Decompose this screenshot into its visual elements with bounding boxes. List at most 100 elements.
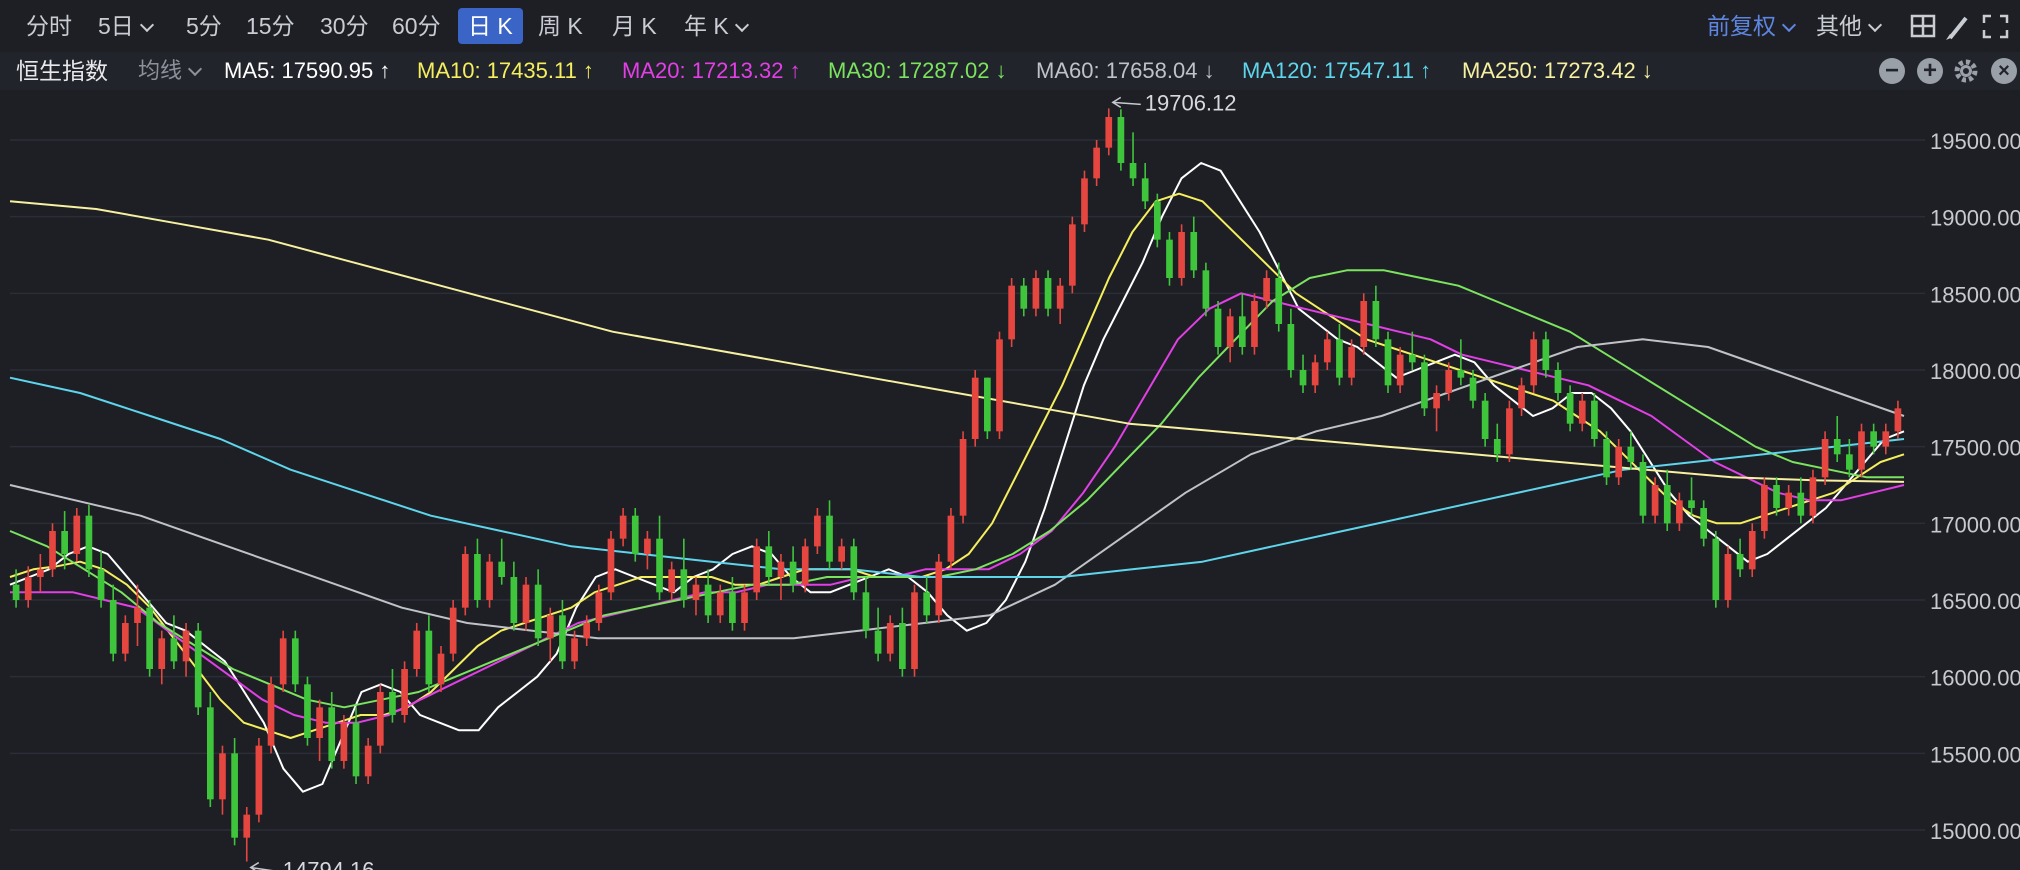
close-icon[interactable]: × — [1991, 58, 2017, 84]
candle-body — [1287, 324, 1295, 370]
ma-dropdown[interactable]: 均线 — [138, 56, 203, 86]
zoom-out-icon[interactable]: − — [1879, 58, 1905, 84]
candle — [291, 630, 299, 692]
candle-body — [1809, 477, 1817, 516]
candle-body — [571, 638, 578, 662]
candle-body — [461, 554, 469, 608]
candle — [850, 538, 858, 600]
candle — [1093, 140, 1100, 186]
candle-body — [1797, 492, 1805, 516]
candle-body — [1493, 439, 1501, 455]
period-tab-label: 周 K — [538, 13, 583, 39]
candle-body — [753, 546, 761, 593]
candle — [1408, 331, 1416, 370]
candle — [1238, 293, 1246, 355]
other-label: 其他 — [1816, 13, 1862, 39]
settings-icon[interactable] — [1953, 58, 1979, 84]
candle-body — [1105, 117, 1113, 148]
candle — [267, 676, 275, 754]
period-tab-label: 年 K — [684, 13, 729, 39]
candle — [1020, 278, 1028, 317]
period-tab-9[interactable]: 年 K — [684, 8, 749, 44]
candle-body — [1591, 400, 1598, 439]
layout-icon[interactable] — [1910, 14, 1936, 38]
period-tab-6[interactable]: 日 K — [458, 8, 523, 44]
candle-body — [619, 515, 627, 539]
candle — [1603, 431, 1610, 485]
candle-body — [1469, 377, 1477, 401]
candle — [959, 431, 967, 524]
candle — [1821, 431, 1829, 485]
candle-body — [474, 554, 481, 600]
candle-body — [401, 669, 408, 715]
candle-body — [680, 569, 688, 600]
candle — [814, 508, 821, 554]
period-tab-5[interactable]: 60分 — [392, 8, 441, 44]
y-tick-label: 17500.00 — [1930, 436, 2020, 461]
index-name: 恒生指数 — [16, 58, 108, 84]
ma-value-4: MA60: 17658.04 ↓ — [1036, 58, 1215, 83]
candle-body — [1069, 224, 1076, 286]
y-tick-label: 17000.00 — [1930, 512, 2020, 537]
period-tab-4[interactable]: 30分 — [320, 8, 369, 44]
period-tab-label: 5分 — [186, 13, 222, 39]
candle — [1044, 270, 1052, 317]
candle-body — [668, 569, 676, 593]
candle-body — [522, 584, 530, 623]
candle — [182, 623, 190, 677]
candle — [1251, 293, 1258, 355]
candle-body — [219, 753, 226, 800]
candle-body — [352, 722, 360, 777]
candle — [1311, 354, 1319, 393]
candle-body — [765, 546, 773, 577]
candle-body — [1323, 339, 1331, 363]
candle-body — [1044, 278, 1052, 309]
candle — [61, 511, 68, 570]
candle — [874, 607, 882, 662]
candle-body — [1724, 554, 1732, 600]
candle — [619, 508, 627, 547]
period-tab-1[interactable]: 5日 — [98, 8, 154, 44]
draw-tool-icon[interactable] — [1946, 16, 1968, 40]
candle — [255, 738, 263, 823]
period-tab-2[interactable]: 5分 — [186, 8, 222, 44]
other-dropdown[interactable]: 其他 — [1816, 8, 1883, 44]
candle — [1506, 400, 1513, 462]
candle-body — [959, 439, 967, 516]
candle — [1554, 362, 1562, 401]
period-tab-7[interactable]: 周 K — [538, 8, 583, 44]
y-tick-label: 19500.00 — [1930, 129, 2020, 154]
period-tab-label: 5日 — [98, 13, 134, 39]
candle-body — [1396, 354, 1404, 386]
ma-value-3: MA30: 17287.02 ↓ — [828, 58, 1007, 83]
ma-value-5: MA120: 17547.11 ↑ — [1242, 58, 1432, 83]
fullscreen-icon[interactable] — [1982, 14, 2009, 39]
candle — [1433, 385, 1440, 432]
candle-body — [510, 577, 518, 623]
period-tab-8[interactable]: 月 K — [612, 8, 657, 44]
candle — [1360, 293, 1368, 355]
candle-body — [85, 515, 93, 570]
candle — [899, 607, 906, 677]
candle-body — [49, 531, 56, 570]
candle-body — [1676, 500, 1683, 524]
candle-body — [607, 538, 615, 593]
candle-body — [1748, 531, 1756, 570]
candle — [534, 569, 542, 646]
y-tick-label: 15000.00 — [1930, 819, 2020, 844]
candle-body — [656, 538, 663, 593]
adjust-dropdown[interactable]: 前复权 — [1707, 8, 1797, 44]
candle-body — [899, 623, 906, 669]
candle-body — [741, 592, 748, 623]
candle-body — [874, 630, 882, 654]
period-tab-0[interactable]: 分时 — [26, 8, 72, 44]
period-toolbar: 分时 5日 5分 15分 30分 60分 日 K 周 K 月 K 年 K 前复权 其他 — [0, 0, 2020, 52]
toolbar-icons — [1910, 14, 2009, 40]
zoom-in-icon[interactable]: + — [1917, 58, 1943, 84]
candle-body — [1530, 339, 1538, 386]
candle — [1178, 224, 1185, 286]
candle — [1761, 477, 1768, 539]
period-tab-3[interactable]: 15分 — [246, 8, 295, 44]
candle — [886, 615, 894, 662]
candle — [194, 623, 202, 715]
